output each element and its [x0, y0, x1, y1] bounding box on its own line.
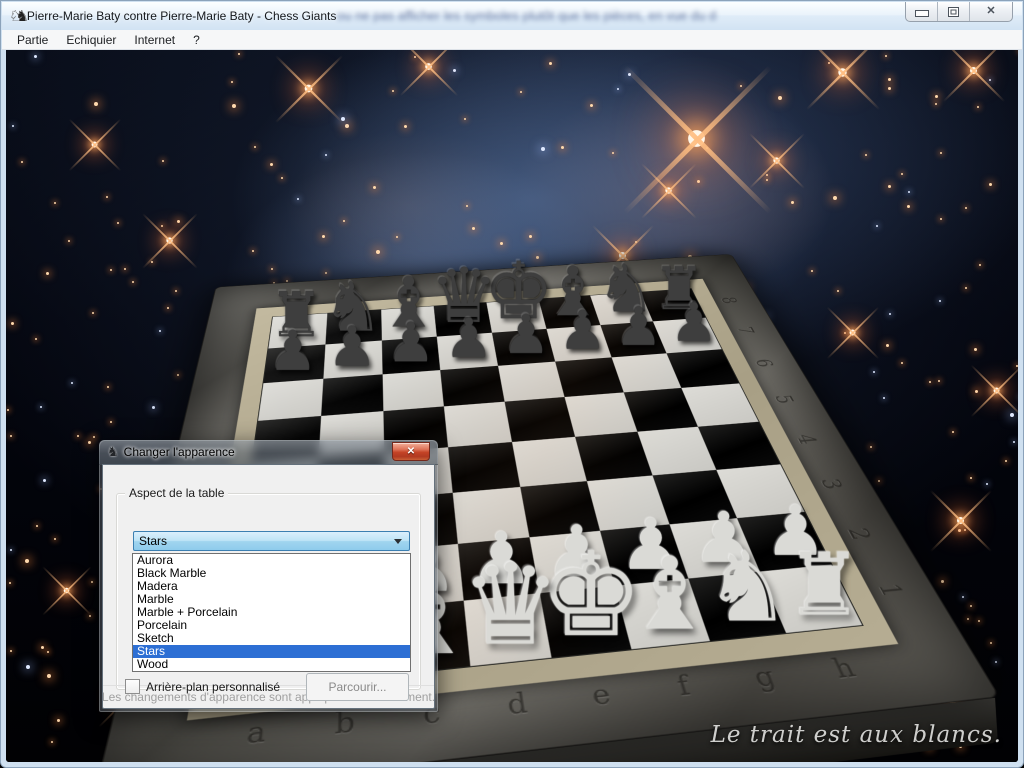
- file-label: h: [829, 653, 861, 684]
- dialog-body: Aspect de la table Stars AuroraBlack Mar…: [102, 464, 435, 709]
- dropdown-item[interactable]: Wood: [133, 658, 410, 671]
- dialog-close-button[interactable]: ✕: [392, 442, 430, 461]
- app-icon: ♘♞: [9, 7, 22, 25]
- custom-background-checkbox[interactable]: [125, 679, 140, 694]
- restore-button[interactable]: [937, 2, 969, 21]
- rank-label: 4: [791, 433, 821, 445]
- file-label: e: [589, 679, 613, 711]
- group-label: Aspect de la table: [125, 486, 228, 500]
- minimize-button[interactable]: [906, 2, 937, 21]
- browse-button[interactable]: Parcourir...: [306, 673, 409, 701]
- chevron-down-icon: [394, 539, 402, 544]
- combobox-value: Stars: [134, 534, 394, 548]
- rank-label: 6: [750, 358, 777, 368]
- rank-label: 7: [732, 326, 758, 335]
- chess-piece[interactable]: ♟: [263, 344, 325, 383]
- file-label: f: [674, 671, 694, 702]
- window-title: Pierre-Marie Baty contre Pierre-Marie Ba…: [27, 9, 336, 23]
- appearance-dialog: ♞ Changer l'apparence ✕ Aspect de la tab…: [99, 440, 438, 712]
- dropdown-item[interactable]: Madera: [133, 580, 410, 593]
- file-label: d: [505, 688, 529, 721]
- close-button[interactable]: ✕: [969, 2, 1012, 21]
- dialog-title: Changer l'apparence: [124, 445, 235, 459]
- table-aspect-combobox[interactable]: Stars: [133, 531, 410, 551]
- restore-icon: [948, 7, 959, 17]
- minimize-icon: [915, 10, 929, 17]
- window-controls: ✕: [905, 2, 1013, 22]
- menu-item-internet[interactable]: Internet: [125, 31, 184, 49]
- rank-label: 8: [716, 296, 740, 304]
- file-label: g: [750, 662, 780, 693]
- background-tooltip-text: ou ne pas afficher les symboles plutôt q…: [337, 8, 717, 23]
- menu-bar: PartieEchiquierInternet?: [2, 30, 1022, 50]
- dropdown-item[interactable]: Porcelain: [133, 619, 410, 632]
- close-icon: ✕: [407, 447, 415, 457]
- checkbox-label: Arrière-plan personnalisé: [146, 680, 280, 694]
- title-bar[interactable]: ou ne pas afficher les symboles plutôt q…: [2, 2, 1022, 30]
- menu-item-[interactable]: ?: [184, 31, 209, 49]
- rank-label: 3: [815, 477, 847, 490]
- dropdown-item[interactable]: Sketch: [133, 632, 410, 645]
- turn-indicator-text: Le trait est aux blancs.: [711, 722, 1002, 748]
- dialog-title-bar[interactable]: ♞ Changer l'apparence ✕: [99, 440, 438, 465]
- menu-item-partie[interactable]: Partie: [8, 31, 57, 49]
- menu-item-echiquier[interactable]: Echiquier: [57, 31, 125, 49]
- rank-label: 5: [769, 394, 798, 405]
- file-label: a: [245, 716, 267, 750]
- app-window: ou ne pas afficher les symboles plutôt q…: [0, 0, 1024, 768]
- dropdown-item[interactable]: Stars: [133, 645, 410, 658]
- knight-icon: ♞: [107, 444, 119, 460]
- close-icon: ✕: [986, 6, 995, 17]
- black-piece-glyph: ♟: [236, 325, 350, 377]
- aspect-dropdown-list: AuroraBlack MarbleMaderaMarbleMarble + P…: [132, 553, 411, 672]
- custom-background-row: Arrière-plan personnalisé: [125, 679, 280, 694]
